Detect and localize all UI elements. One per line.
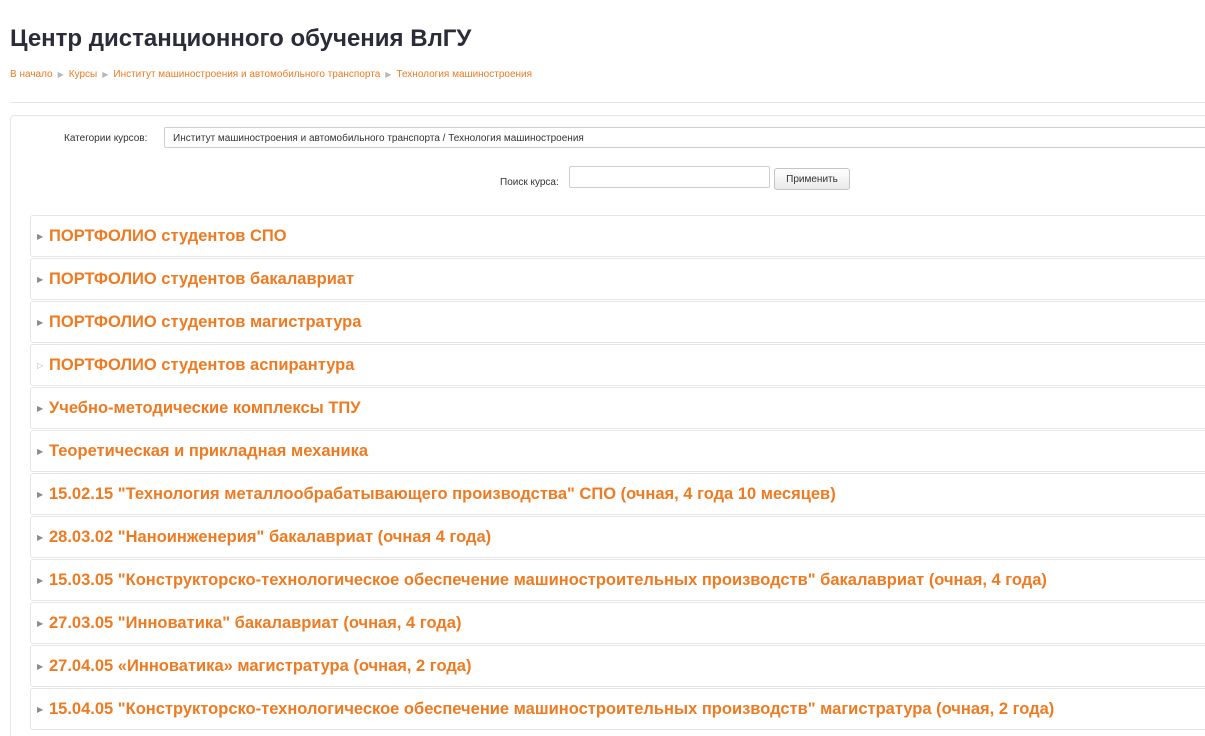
- breadcrumb-courses[interactable]: Курсы: [69, 69, 97, 80]
- category-name[interactable]: 27.04.05 «Инноватика» магистратура (очна…: [49, 657, 471, 676]
- expand-triangle-icon[interactable]: ▶: [37, 447, 47, 456]
- category-name[interactable]: ПОРТФОЛИО студентов магистратура: [49, 313, 361, 332]
- expand-triangle-icon[interactable]: ▶: [37, 576, 47, 585]
- category-name[interactable]: 15.03.05 "Конструкторско-технологическое…: [49, 571, 1047, 590]
- category-name[interactable]: 15.02.15 "Технология металлообрабатывающ…: [49, 485, 836, 504]
- breadcrumb-separator-icon: ▶: [385, 70, 392, 79]
- category-item[interactable]: ▶ 15.02.15 "Технология металлообрабатываю…: [30, 473, 1205, 515]
- category-list: ▶ ПОРТФОЛИО студентов СПО ▶ ПОРТФОЛИО студе…: [30, 215, 1205, 731]
- breadcrumb-separator-icon: ▶: [57, 70, 64, 79]
- category-item[interactable]: ▶ 28.03.02 "Наноинженерия" бакалавриат (о…: [30, 516, 1205, 558]
- breadcrumb-institute[interactable]: Институт машиностроения и автомобильного…: [113, 69, 380, 80]
- category-name[interactable]: Теоретическая и прикладная механика: [49, 442, 368, 461]
- category-name[interactable]: Учебно-методические комплексы ТПУ: [49, 399, 361, 418]
- category-name[interactable]: ПОРТФОЛИО студентов бакалавриат: [49, 270, 354, 289]
- expand-triangle-icon[interactable]: ▷: [37, 361, 47, 370]
- expand-triangle-icon[interactable]: ▶: [37, 318, 47, 327]
- category-item[interactable]: ▶ ПОРТФОЛИО студентов бакалавриат: [30, 258, 1205, 300]
- expand-triangle-icon[interactable]: ▶: [37, 533, 47, 542]
- category-name[interactable]: 27.03.05 "Инноватика" бакалавриат (очная…: [49, 614, 461, 633]
- expand-triangle-icon[interactable]: ▶: [37, 232, 47, 241]
- expand-triangle-icon[interactable]: ▶: [37, 619, 47, 628]
- breadcrumb-home[interactable]: В начало: [10, 69, 53, 80]
- page-title: Центр дистанционного обучения ВлГУ: [10, 25, 472, 52]
- breadcrumb: В начало ▶ Курсы ▶ Институт машиностроения и…: [10, 69, 532, 80]
- header-divider: [10, 102, 1205, 103]
- expand-triangle-icon[interactable]: ▶: [37, 275, 47, 284]
- course-search-input[interactable]: [569, 166, 770, 188]
- category-item[interactable]: ▶ 15.03.05 "Конструкторско-технологическо…: [30, 559, 1205, 601]
- category-item[interactable]: ▶ ПОРТФОЛИО студентов магистратура: [30, 301, 1205, 343]
- category-item[interactable]: ▶ 27.03.05 "Инноватика" бакалавриат (очна…: [30, 602, 1205, 644]
- category-item[interactable]: ▷ ПОРТФОЛИО студентов аспирантура: [30, 344, 1205, 386]
- expand-triangle-icon[interactable]: ▶: [37, 705, 47, 714]
- category-name[interactable]: 28.03.02 "Наноинженерия" бакалавриат (оч…: [49, 528, 491, 547]
- category-name[interactable]: ПОРТФОЛИО студентов аспирантура: [49, 356, 354, 375]
- category-item[interactable]: ▶ 27.04.05 «Инноватика» магистратура (очн…: [30, 645, 1205, 687]
- expand-triangle-icon[interactable]: ▶: [37, 490, 47, 499]
- expand-triangle-icon[interactable]: ▶: [37, 662, 47, 671]
- category-item[interactable]: ▶ 15.04.05 "Конструкторско-технологическо…: [30, 688, 1205, 730]
- category-select[interactable]: Институт машиностроения и автомобильного…: [164, 127, 1205, 148]
- category-item[interactable]: ▶ Теоретическая и прикладная механика: [30, 430, 1205, 472]
- breadcrumb-department[interactable]: Технология машиностроения: [396, 69, 532, 80]
- apply-button[interactable]: Применить: [774, 168, 850, 190]
- category-select-label: Категории курсов:: [64, 133, 148, 144]
- category-name[interactable]: ПОРТФОЛИО студентов СПО: [49, 227, 287, 246]
- category-item[interactable]: ▶ ПОРТФОЛИО студентов СПО: [30, 215, 1205, 257]
- category-item[interactable]: ▶ Учебно-методические комплексы ТПУ: [30, 387, 1205, 429]
- search-label: Поиск курса:: [500, 177, 559, 188]
- category-name[interactable]: 15.04.05 "Конструкторско-технологическое…: [49, 700, 1054, 719]
- breadcrumb-separator-icon: ▶: [102, 70, 109, 79]
- expand-triangle-icon[interactable]: ▶: [37, 404, 47, 413]
